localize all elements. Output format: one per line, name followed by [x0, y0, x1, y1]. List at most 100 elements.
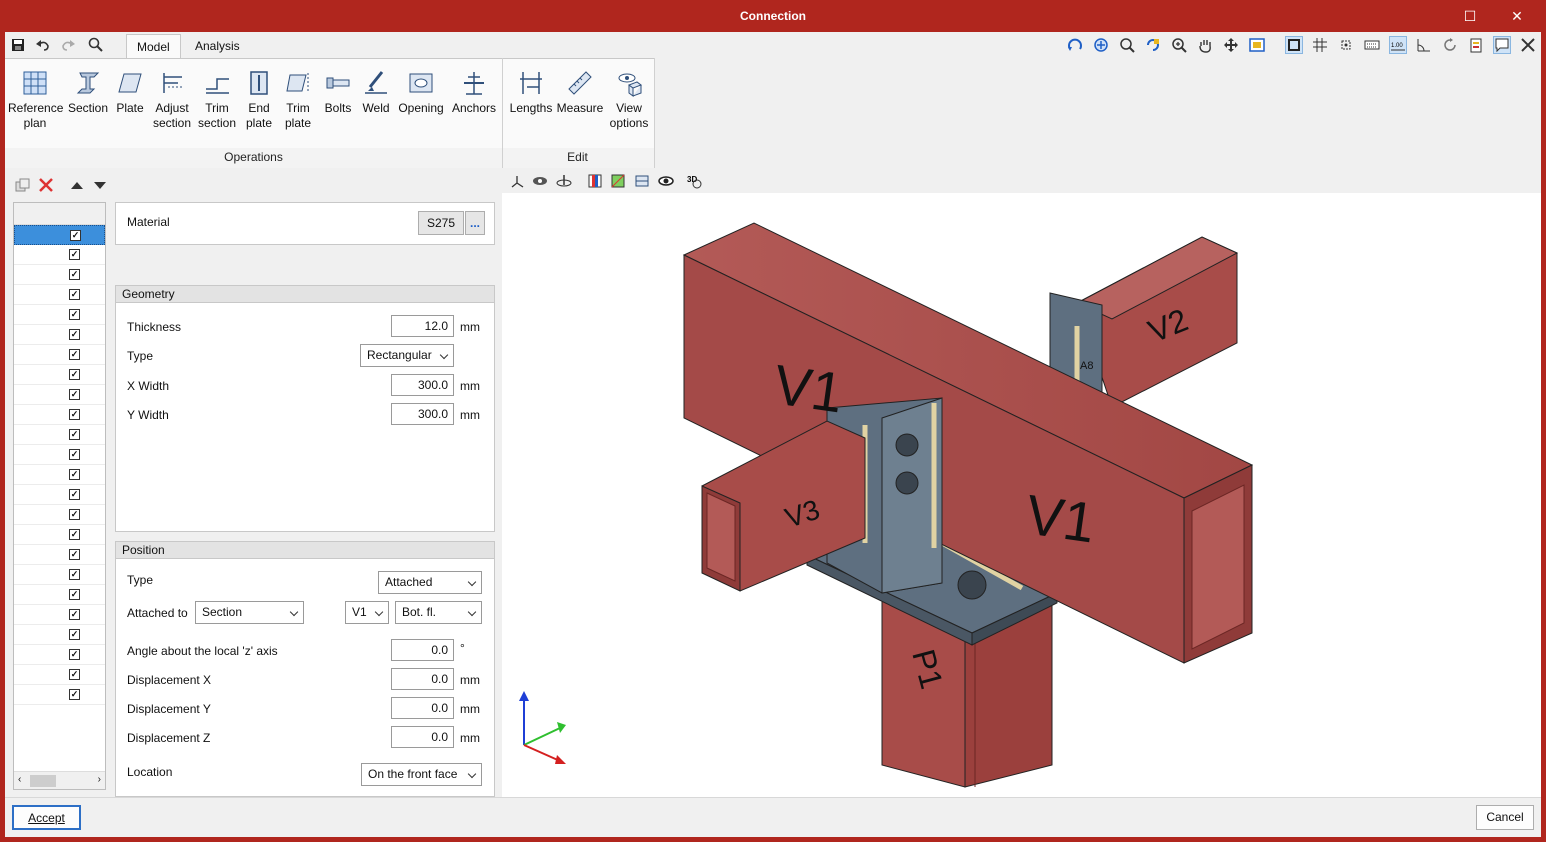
orbit-icon[interactable] — [1066, 36, 1084, 54]
model-viewport[interactable]: V1 V1 V2 V3 P1 A8 — [502, 193, 1541, 797]
move-down-icon[interactable] — [93, 179, 107, 194]
wireframe-icon[interactable] — [634, 173, 650, 192]
axes-icon[interactable] — [509, 173, 525, 192]
section-plane-icon[interactable] — [587, 173, 603, 192]
copy-icon[interactable] — [15, 177, 31, 196]
move-arrows-icon[interactable] — [1222, 36, 1240, 54]
list-item-checkbox[interactable]: ✓ — [69, 269, 80, 280]
adjust-section-button[interactable]: Adjust section — [151, 65, 193, 143]
list-item[interactable]: ✓ — [14, 445, 105, 465]
list-item[interactable]: ✓ — [14, 645, 105, 665]
comment-icon[interactable] — [1493, 36, 1511, 54]
snap-icon[interactable] — [1337, 36, 1355, 54]
displacement-y-input[interactable]: 0.0 — [391, 697, 454, 719]
opening-button[interactable]: Opening — [397, 65, 445, 143]
list-item[interactable]: ✓ — [14, 525, 105, 545]
zoom-window-icon[interactable] — [1118, 36, 1136, 54]
list-item[interactable]: ✓ — [14, 485, 105, 505]
scroll-left-icon[interactable]: ‹ — [18, 774, 21, 785]
pan-hand-icon[interactable] — [1196, 36, 1214, 54]
list-item[interactable]: ✓ — [14, 285, 105, 305]
render-mode-icon[interactable] — [610, 173, 626, 192]
undo-icon[interactable] — [33, 35, 53, 55]
dimension-icon[interactable]: 1.00 — [1389, 36, 1407, 54]
location-select[interactable]: On the front face — [361, 763, 482, 786]
list-item-checkbox[interactable]: ✓ — [69, 329, 80, 340]
list-item[interactable]: ✓ — [14, 225, 105, 245]
list-item[interactable]: ✓ — [14, 325, 105, 345]
list-item-checkbox[interactable]: ✓ — [69, 469, 80, 480]
list-item-checkbox[interactable]: ✓ — [69, 689, 80, 700]
list-item-checkbox[interactable]: ✓ — [69, 369, 80, 380]
delete-icon[interactable] — [38, 177, 54, 196]
list-item[interactable]: ✓ — [14, 545, 105, 565]
orbit-view-icon[interactable] — [556, 173, 572, 192]
list-item[interactable]: ✓ — [14, 245, 105, 265]
attached-to-select[interactable]: Section — [195, 601, 304, 624]
refresh-view-icon[interactable] — [1144, 36, 1162, 54]
view-eye-icon[interactable] — [532, 173, 548, 192]
list-item[interactable]: ✓ — [14, 305, 105, 325]
zoom-in-icon[interactable] — [1170, 36, 1188, 54]
weld-button[interactable]: Weld — [359, 65, 393, 143]
trim-section-button[interactable]: Trim section — [196, 65, 238, 143]
list-item[interactable]: ✓ — [14, 425, 105, 445]
grid-icon[interactable] — [1311, 36, 1329, 54]
lengths-button[interactable]: Lengths — [507, 65, 555, 143]
list-item[interactable]: ✓ — [14, 385, 105, 405]
accept-button[interactable]: Accept — [12, 805, 81, 830]
angle-icon[interactable] — [1415, 36, 1433, 54]
close-button[interactable]: ✕ — [1507, 6, 1527, 26]
face-select[interactable]: Bot. fl. — [395, 601, 482, 624]
x-width-input[interactable]: 300.0 — [391, 374, 454, 396]
clipboard-icon[interactable] — [1467, 36, 1485, 54]
list-item-checkbox[interactable]: ✓ — [69, 449, 80, 460]
save-icon[interactable] — [8, 35, 28, 55]
list-item-checkbox[interactable]: ✓ — [69, 249, 80, 260]
list-item-checkbox[interactable]: ✓ — [69, 549, 80, 560]
list-item-checkbox[interactable]: ✓ — [69, 529, 80, 540]
move-up-icon[interactable] — [70, 179, 84, 194]
maximize-button[interactable]: ☐ — [1460, 6, 1480, 26]
list-item[interactable]: ✓ — [14, 565, 105, 585]
view-options-button[interactable]: View options — [607, 65, 651, 143]
window-view-icon[interactable] — [1248, 36, 1266, 54]
list-item[interactable]: ✓ — [14, 345, 105, 365]
angle-input[interactable]: 0.0 — [391, 639, 454, 661]
displacement-x-input[interactable]: 0.0 — [391, 668, 454, 690]
end-plate-button[interactable]: End plate — [241, 65, 277, 143]
scroll-thumb[interactable] — [30, 775, 56, 787]
list-item[interactable]: ✓ — [14, 665, 105, 685]
visibility-icon[interactable] — [658, 173, 674, 192]
tools-icon[interactable] — [1519, 36, 1537, 54]
3d-view-icon[interactable]: 3D — [687, 173, 703, 192]
search-icon[interactable] — [86, 35, 106, 55]
list-item[interactable]: ✓ — [14, 465, 105, 485]
list-hscrollbar[interactable]: ‹ › — [14, 771, 105, 789]
redo-icon[interactable] — [58, 35, 78, 55]
list-item-checkbox[interactable]: ✓ — [69, 609, 80, 620]
displacement-z-input[interactable]: 0.0 — [391, 726, 454, 748]
reference-plan-button[interactable]: Reference plan — [8, 65, 63, 143]
list-item[interactable]: ✓ — [14, 365, 105, 385]
list-item[interactable]: ✓ — [14, 685, 105, 705]
bolts-button[interactable]: Bolts — [320, 65, 356, 143]
list-item[interactable]: ✓ — [14, 585, 105, 605]
list-item[interactable]: ✓ — [14, 605, 105, 625]
list-item[interactable]: ✓ — [14, 405, 105, 425]
zoom-all-icon[interactable] — [1092, 36, 1110, 54]
list-item[interactable]: ✓ — [14, 505, 105, 525]
plate-button[interactable]: Plate — [113, 65, 147, 143]
list-item-checkbox[interactable]: ✓ — [69, 569, 80, 580]
frame-icon[interactable] — [1285, 36, 1303, 54]
list-item[interactable]: ✓ — [14, 625, 105, 645]
list-item-checkbox[interactable]: ✓ — [69, 489, 80, 500]
thickness-input[interactable]: 12.0 — [391, 315, 454, 337]
list-item-checkbox[interactable]: ✓ — [69, 669, 80, 680]
section-button[interactable]: Section — [67, 65, 109, 143]
list-item-checkbox[interactable]: ✓ — [69, 349, 80, 360]
member-select[interactable]: V1 — [345, 601, 389, 624]
geometry-type-select[interactable]: Rectangular — [360, 344, 454, 367]
trim-plate-button[interactable]: Trim plate — [280, 65, 316, 143]
rotate-icon[interactable] — [1441, 36, 1459, 54]
